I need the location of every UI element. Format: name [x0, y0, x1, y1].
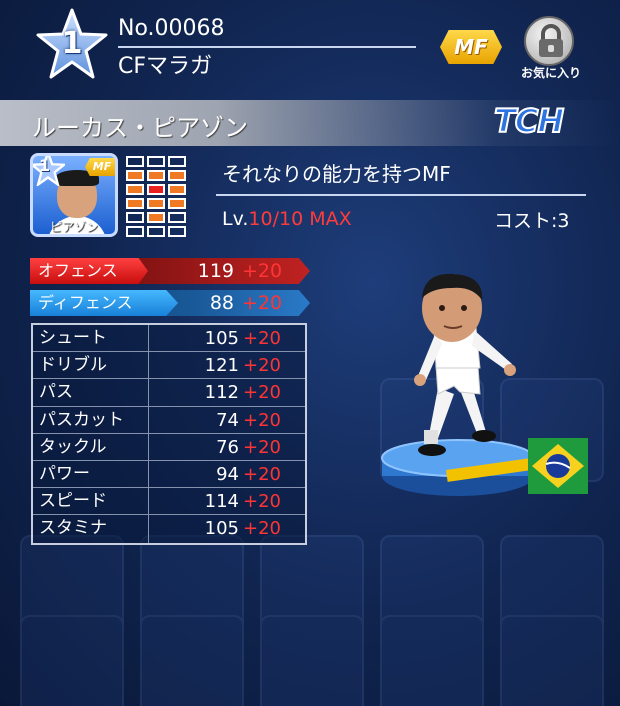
formation-cell [126, 226, 144, 237]
stat-row: パスカット 74 +20 [33, 406, 305, 434]
defense-value: 88 [209, 292, 234, 314]
stat-value: 76 [216, 436, 239, 458]
stat-row: パワー 94 +20 [33, 460, 305, 489]
formation-cell [168, 156, 186, 167]
formation-cell [168, 198, 186, 209]
stat-value: 105 [204, 518, 239, 540]
formation-cell [168, 170, 186, 181]
formation-cell [147, 212, 165, 223]
stat-label: パス [33, 379, 149, 406]
mini-position-badge: MF [85, 158, 115, 176]
player-description: それなりの能力を持つMF [222, 162, 451, 186]
stat-row: タックル 76 +20 [33, 433, 305, 461]
stat-row: ドリブル 121 +20 [33, 352, 305, 380]
defense-bonus: +20 [242, 292, 283, 314]
stat-row: パス 112 +20 [33, 379, 305, 407]
cost-value: コスト:3 [494, 210, 570, 232]
formation-cell [126, 184, 144, 195]
stat-bonus: +20 [243, 463, 281, 485]
formation-cell [147, 198, 165, 209]
stat-label: スタミナ [33, 515, 149, 543]
favorite-button[interactable] [524, 16, 574, 66]
stat-bonus: +20 [243, 409, 281, 431]
stat-label: スピード [33, 488, 149, 515]
stat-label: パワー [33, 460, 149, 488]
card-name: CFマラガ [118, 54, 213, 79]
stat-label: タックル [33, 433, 149, 460]
formation-cell [147, 170, 165, 181]
formation-cell [126, 198, 144, 209]
offense-value: 119 [197, 260, 234, 282]
formation-cell [126, 156, 144, 167]
defense-label: ディフェンス [30, 290, 178, 316]
formation-cell [168, 184, 186, 195]
formation-cell [147, 156, 165, 167]
formation-cell [147, 226, 165, 237]
formation-cell [126, 170, 144, 181]
stat-label: パスカット [33, 406, 149, 433]
stat-value: 112 [204, 382, 239, 404]
mini-player-name: ピアゾン [49, 220, 98, 234]
player-thumbnail[interactable]: 1 MF ピアゾン [30, 153, 118, 237]
brazil-flag-icon [528, 438, 588, 494]
description-divider [216, 194, 586, 196]
offense-bonus: +20 [242, 260, 283, 282]
stats-table: シュート 105 +20 ドリブル 121 +20 パス 112 +20 パスカ… [31, 323, 307, 545]
stat-row: シュート 105 +20 [33, 325, 305, 353]
stat-bonus: +20 [243, 382, 281, 404]
stat-bonus: +20 [243, 328, 281, 349]
stat-row: スピード 114 +20 [33, 488, 305, 516]
defense-bar: ディフェンス 88 +20 [30, 290, 310, 316]
stat-bonus: +20 [243, 355, 281, 377]
stat-label: シュート [33, 325, 149, 352]
stat-value: 114 [204, 491, 239, 513]
offense-label: オフェンス [30, 258, 148, 284]
favorite-label: お気に入り [520, 66, 581, 80]
stat-value: 94 [216, 463, 239, 485]
position-badge: MF [440, 30, 502, 64]
level-value: 10/10 MAX [248, 208, 352, 230]
formation-cell [126, 212, 144, 223]
formation-cell [168, 226, 186, 237]
player-name: ルーカス・ピアゾン [32, 114, 248, 142]
stat-value: 121 [204, 355, 239, 377]
formation-grid [126, 156, 186, 237]
stat-row: スタミナ 105 +20 [33, 515, 305, 543]
lock-icon [539, 24, 563, 57]
mini-rarity: 1 [39, 156, 51, 175]
stat-label: ドリブル [33, 352, 149, 379]
offense-bar: オフェンス 119 +20 [30, 258, 310, 284]
formation-cell [147, 184, 165, 195]
stat-bonus: +20 [243, 436, 281, 458]
type-badge: TCH [493, 101, 565, 141]
level-prefix: Lv. [222, 208, 249, 230]
card-number: No.00068 [118, 16, 225, 41]
rarity-value: 1 [61, 26, 83, 61]
stat-bonus: +20 [243, 491, 281, 513]
formation-cell [168, 212, 186, 223]
stat-bonus: +20 [243, 518, 281, 540]
stat-value: 74 [216, 409, 239, 431]
stat-value: 105 [204, 328, 239, 349]
level-display: Lv.10/10 MAX [222, 208, 352, 230]
